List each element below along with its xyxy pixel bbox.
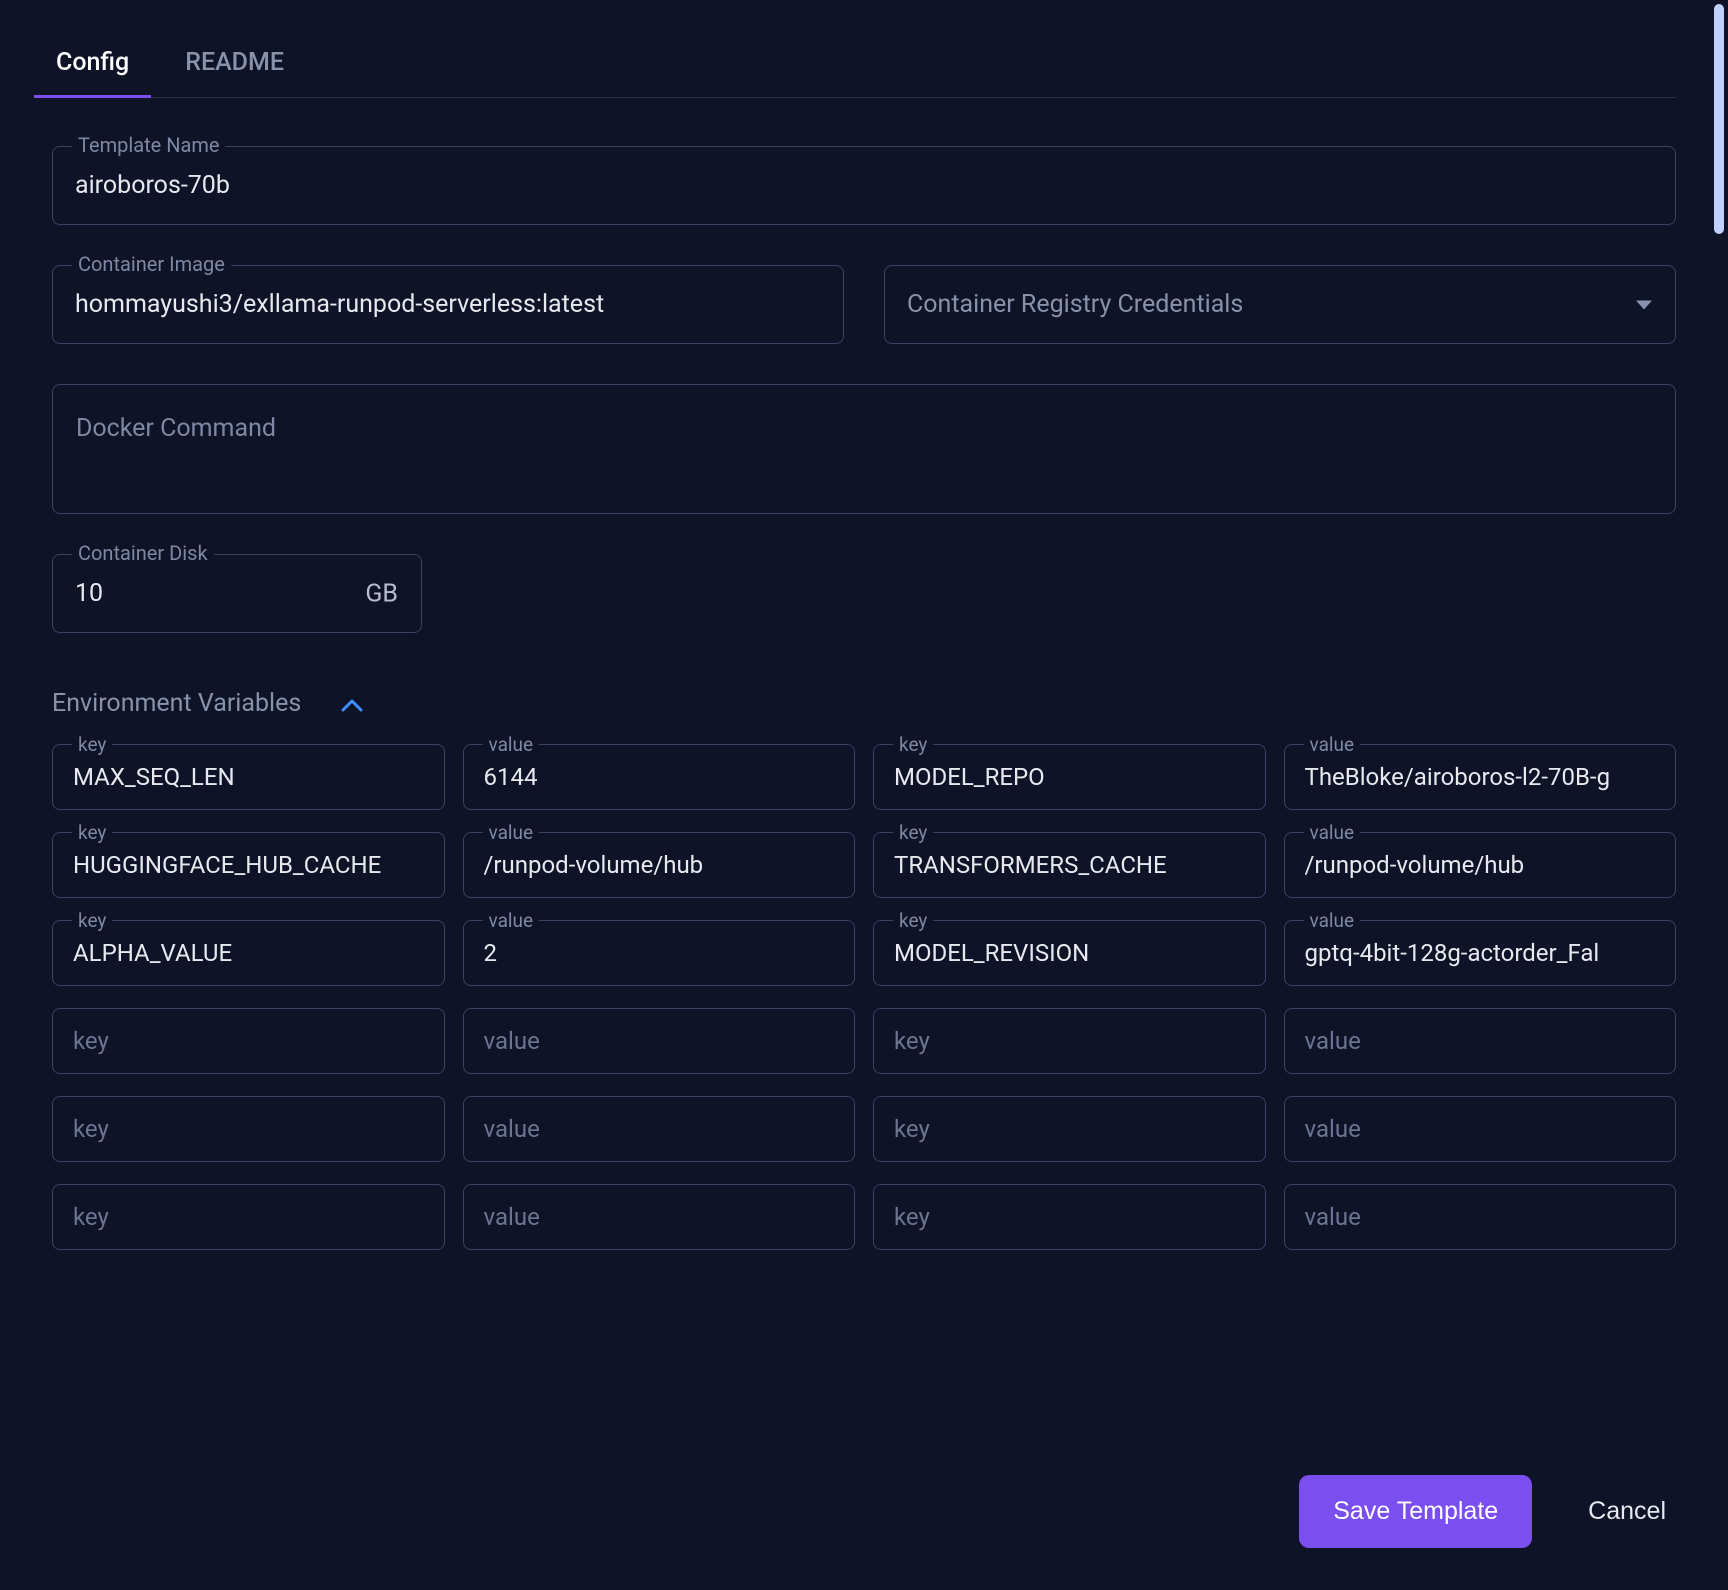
env-key-label: key [72,821,112,844]
env-key-label: key [72,733,112,756]
template-name-input[interactable] [52,146,1676,225]
container-image-label: Container Image [72,252,231,276]
env-value-cell: value [1284,832,1677,898]
env-key-cell [52,1008,445,1074]
container-image-group: Container Image [52,265,844,344]
env-key-label: key [893,909,933,932]
env-key-cell: key [873,920,1266,986]
env-value-input[interactable] [463,1096,856,1162]
env-value-cell: value [463,832,856,898]
container-disk-label: Container Disk [72,541,214,565]
tab-bar: Config README [52,32,1676,98]
env-value-cell [463,1008,856,1074]
env-key-label: key [72,909,112,932]
env-vars-header: Environment Variables [52,689,1676,718]
env-value-label: value [483,909,540,932]
env-value-label: value [1304,821,1361,844]
env-value-cell: value [1284,744,1677,810]
tab-config[interactable]: Config [52,32,133,97]
env-key-cell [873,1096,1266,1162]
registry-creds-select[interactable]: Container Registry Credentials [884,265,1676,344]
env-key-input[interactable] [873,1096,1266,1162]
chevron-up-icon[interactable] [341,691,363,717]
env-key-cell: key [873,744,1266,810]
template-name-group: Template Name [52,146,1676,225]
container-image-input[interactable] [52,265,844,344]
env-key-input[interactable] [52,1096,445,1162]
registry-creds-group: Container Registry Credentials [884,265,1676,344]
env-value-cell [463,1096,856,1162]
template-config-modal: Config README Template Name Container Im… [0,0,1728,1590]
docker-command-input[interactable] [52,384,1676,514]
template-name-label: Template Name [72,133,225,157]
cancel-button[interactable]: Cancel [1578,1475,1676,1548]
env-value-cell: value [463,920,856,986]
env-value-input[interactable] [463,1008,856,1074]
env-value-input[interactable] [1284,1008,1677,1074]
env-vars-grid: key value key value key value key value key value… [52,744,1676,1250]
modal-footer: Save Template Cancel [1299,1475,1676,1548]
env-vars-title: Environment Variables [52,689,301,718]
env-value-input[interactable] [1284,1184,1677,1250]
env-key-input[interactable] [52,1008,445,1074]
env-key-input[interactable] [52,1184,445,1250]
env-value-cell [1284,1008,1677,1074]
env-value-label: value [1304,909,1361,932]
env-value-cell [1284,1096,1677,1162]
env-value-cell: value [463,744,856,810]
env-value-cell [1284,1184,1677,1250]
env-key-cell: key [873,832,1266,898]
docker-command-group: Docker Command [52,384,1676,518]
env-key-label: key [893,821,933,844]
env-value-input[interactable] [463,1184,856,1250]
env-key-cell [52,1184,445,1250]
env-value-cell [463,1184,856,1250]
env-key-cell [873,1184,1266,1250]
env-value-input[interactable] [1284,1096,1677,1162]
env-key-cell [873,1008,1266,1074]
tab-readme[interactable]: README [181,32,288,97]
env-value-label: value [483,821,540,844]
env-key-input[interactable] [873,1008,1266,1074]
container-disk-group: Container Disk GB [52,554,422,633]
env-key-cell: key [52,744,445,810]
env-value-label: value [483,733,540,756]
save-template-button[interactable]: Save Template [1299,1475,1532,1548]
env-key-label: key [893,733,933,756]
env-key-cell [52,1096,445,1162]
env-key-cell: key [52,920,445,986]
env-value-cell: value [1284,920,1677,986]
env-key-cell: key [52,832,445,898]
disk-unit-label: GB [365,579,398,608]
env-key-input[interactable] [873,1184,1266,1250]
env-value-label: value [1304,733,1361,756]
